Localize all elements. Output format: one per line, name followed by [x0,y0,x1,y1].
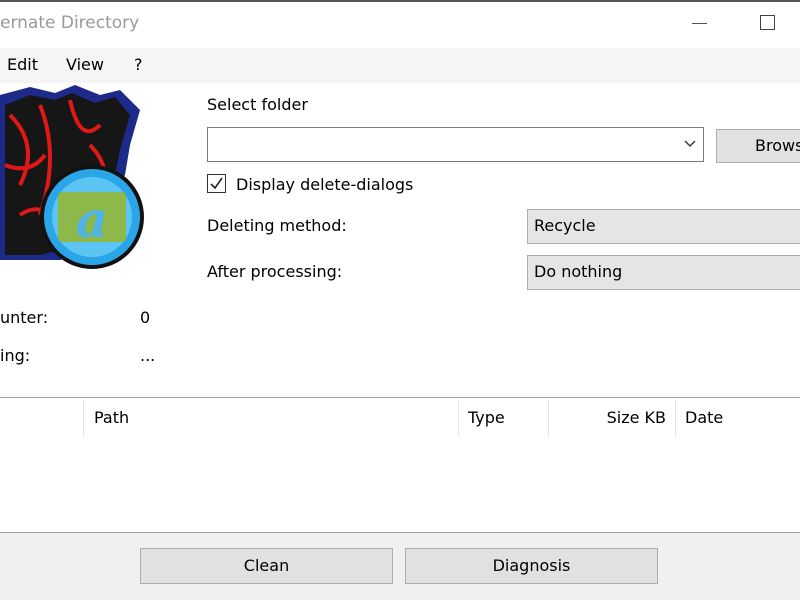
display-delete-dialogs-label: Display delete-dialogs [236,175,414,194]
deleting-method-label: Deleting method: [207,216,347,235]
status-label: ing: [0,346,31,365]
column-divider[interactable] [83,400,84,436]
menu-bar [0,48,800,83]
svg-text:a: a [76,190,108,249]
after-processing-select[interactable]: Do nothing [527,255,800,290]
column-header-type[interactable]: Type [468,408,505,427]
menu-edit[interactable]: Edit [7,55,38,74]
menu-view[interactable]: View [66,55,104,74]
maximize-icon[interactable] [760,15,775,30]
diagnosis-button[interactable]: Diagnosis [405,548,658,584]
deleting-method-select[interactable]: Recycle [527,209,800,244]
window-title: ernate Directory [0,13,140,33]
folder-combobox[interactable] [207,127,704,162]
column-header-path[interactable]: Path [94,408,129,427]
counter-label: unter: [0,308,49,327]
column-divider[interactable] [675,400,676,436]
status-value: ... [140,346,156,365]
counter-value: 0 [140,308,151,327]
bottom-bar [0,533,800,600]
column-header-size[interactable]: Size KB [548,408,666,427]
clean-button[interactable]: Clean [140,548,393,584]
app-logo: a [0,85,144,269]
column-divider[interactable] [458,400,459,436]
menu-help[interactable]: ? [134,55,143,74]
after-processing-label: After processing: [207,262,343,281]
column-header-date[interactable]: Date [685,408,723,427]
minimize-icon[interactable] [692,23,707,24]
browse-button[interactable]: Browse [716,129,800,163]
check-icon [210,177,223,190]
chevron-down-icon [684,140,696,147]
select-folder-label: Select folder [207,95,308,114]
display-delete-dialogs-checkbox[interactable] [207,174,226,193]
